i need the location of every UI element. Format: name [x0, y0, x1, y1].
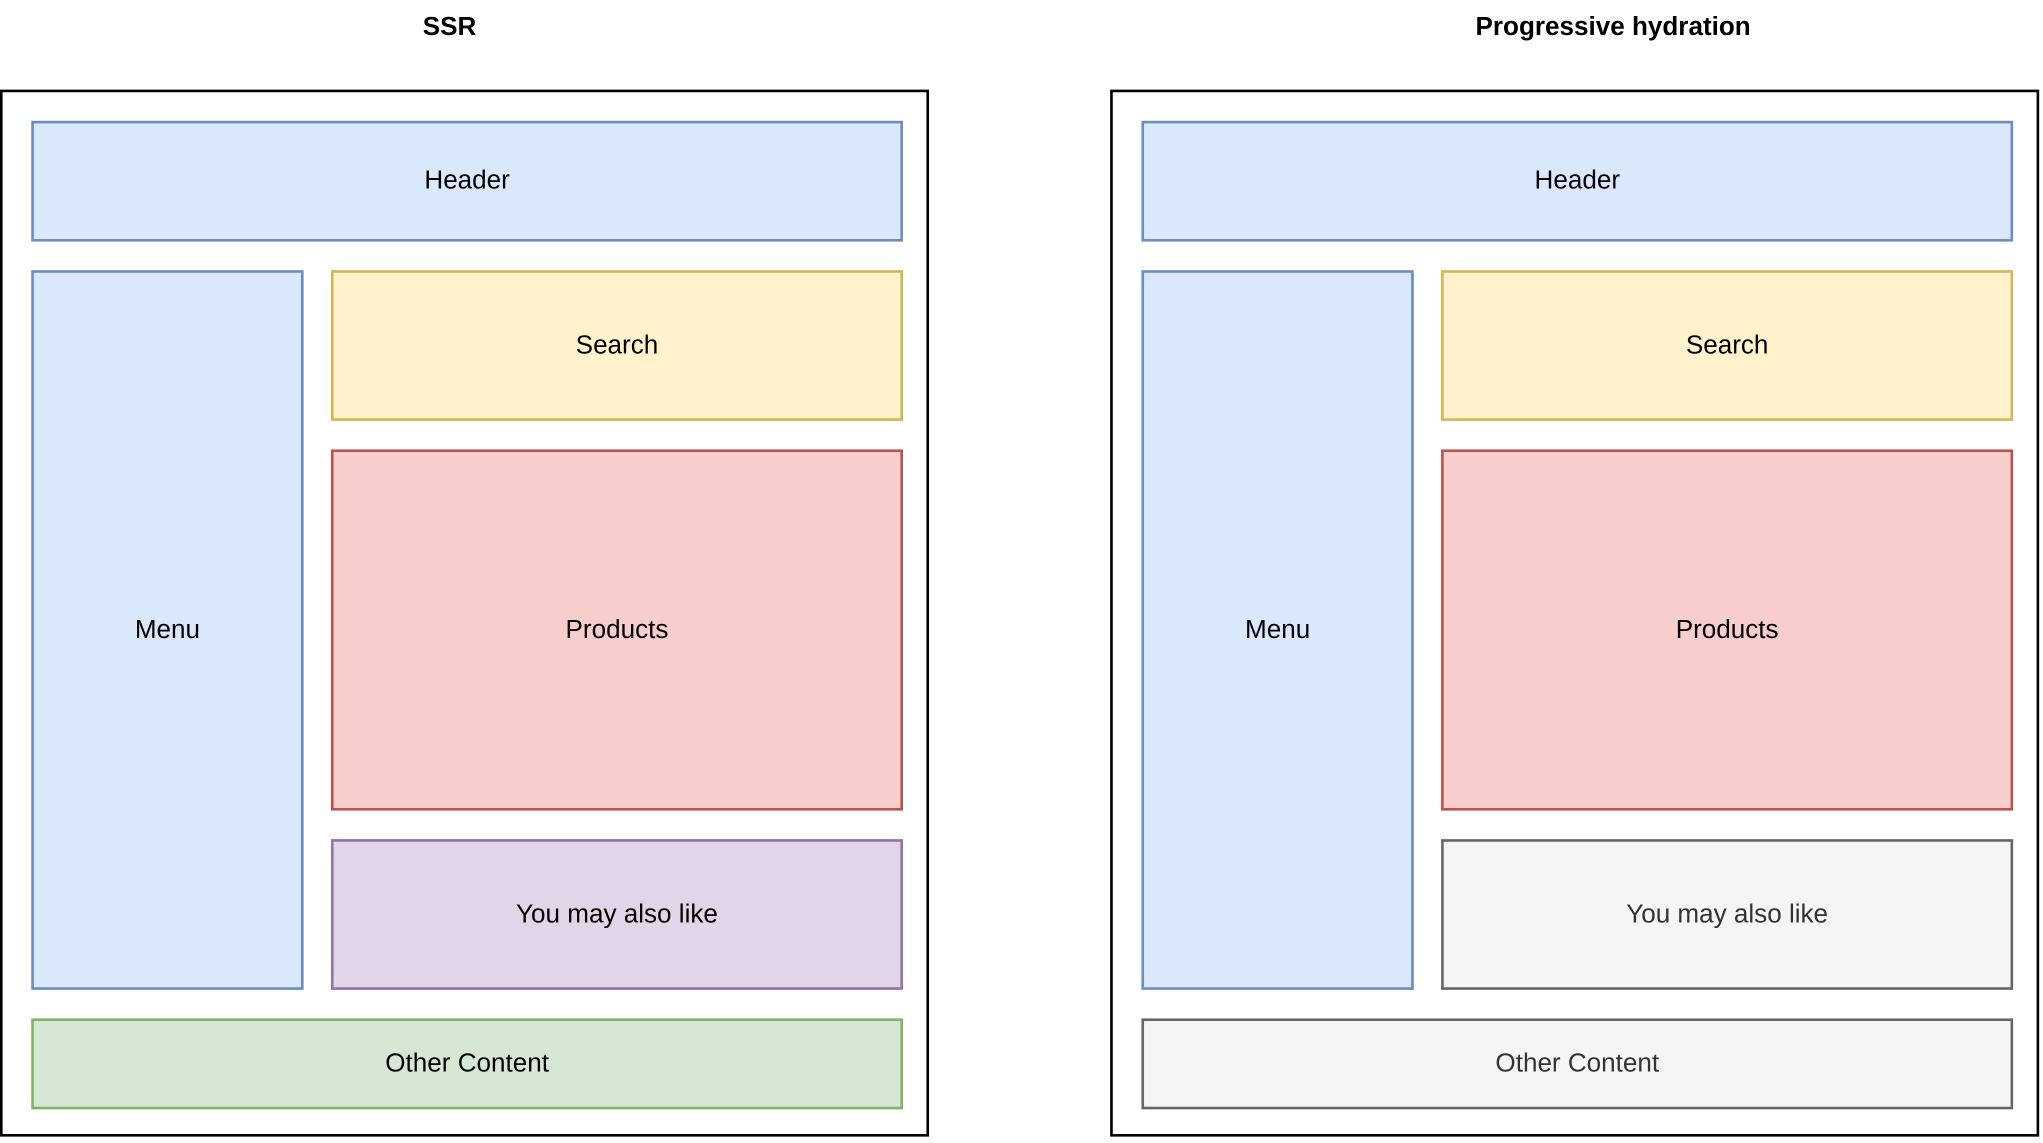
menu-block: Menu [1141, 270, 1414, 990]
other-content-block: Other Content [31, 1018, 903, 1110]
products-block: Products [330, 449, 903, 811]
diagram: SSR Progressive hydration Header Menu Se… [0, 0, 2043, 1143]
search-block: Search [1441, 270, 2014, 421]
you-may-also-like-block: You may also like [1441, 839, 2014, 990]
progressive-hydration-title: Progressive hydration [1475, 12, 1751, 42]
menu-block: Menu [31, 270, 304, 990]
search-block: Search [330, 270, 903, 421]
progressive-hydration-page-frame: Header Menu Search Products You may also… [1110, 89, 2040, 1137]
products-block: Products [1441, 449, 2014, 811]
header-block: Header [1141, 120, 2014, 242]
ssr-title: SSR [422, 12, 477, 42]
ssr-page-frame: Header Menu Search Products You may also… [0, 89, 930, 1137]
other-content-block: Other Content [1141, 1018, 2014, 1110]
header-block: Header [31, 120, 903, 242]
you-may-also-like-block: You may also like [330, 839, 903, 990]
